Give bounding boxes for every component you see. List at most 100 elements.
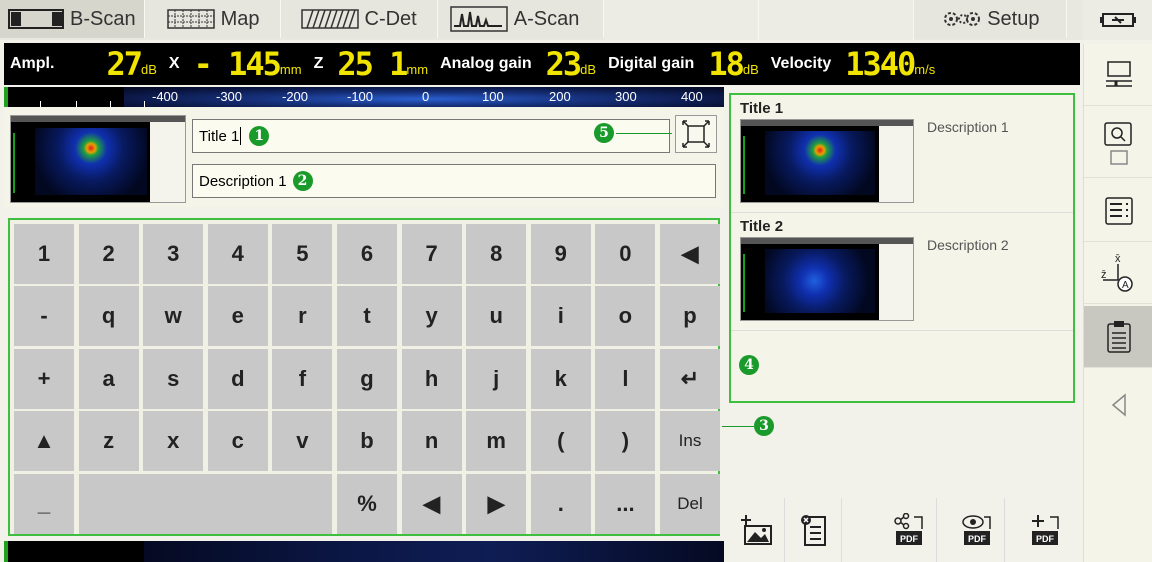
add-image-button[interactable]	[729, 498, 785, 562]
key-Del[interactable]: Del	[660, 473, 720, 534]
key-symbol[interactable]: )	[595, 411, 656, 472]
callout-badge-1: 1	[249, 126, 270, 146]
key-k[interactable]: k	[530, 348, 591, 409]
key-5[interactable]: 5	[272, 224, 333, 284]
key-b[interactable]: b	[337, 411, 397, 472]
side-notes-button[interactable]	[1084, 306, 1152, 368]
key-l[interactable]: l	[595, 348, 656, 409]
add-pdf-button[interactable]: PDF	[1017, 498, 1073, 562]
delete-list-icon	[800, 515, 826, 546]
key-i[interactable]: i	[530, 286, 591, 347]
add-pdf-icon: PDF	[1032, 515, 1059, 545]
key-d[interactable]: d	[207, 348, 268, 409]
tab-ascan[interactable]: A-Scan	[437, 0, 605, 38]
side-screenshot-button[interactable]	[1084, 108, 1152, 178]
ruler-tick: 300	[615, 89, 637, 104]
key-e[interactable]: e	[207, 286, 268, 347]
key-q[interactable]: q	[78, 286, 139, 347]
key-1[interactable]: 1	[14, 224, 74, 284]
battery-icon	[1099, 13, 1136, 27]
key-symbol[interactable]: ◀	[660, 224, 720, 284]
tab-spacer	[604, 0, 760, 40]
key-j[interactable]: j	[466, 348, 527, 409]
key-space[interactable]	[78, 473, 333, 534]
side-cursor-button[interactable]: x̄ z̄ A	[1084, 242, 1152, 304]
key-h[interactable]: h	[401, 348, 462, 409]
key-r[interactable]: r	[272, 286, 333, 347]
side-layout-button[interactable]	[1084, 44, 1152, 106]
key-c[interactable]: c	[207, 411, 268, 472]
key-o[interactable]: o	[595, 286, 656, 347]
key-t[interactable]: t	[337, 286, 397, 347]
note-item[interactable]: Title 1 Description 1	[731, 95, 1073, 213]
side-list-button[interactable]	[1084, 180, 1152, 242]
key-symbol[interactable]: %	[337, 473, 397, 534]
svg-text:PDF: PDF	[968, 534, 987, 544]
key-symbol[interactable]: ◀	[401, 473, 462, 534]
key-symbol[interactable]: ...	[595, 473, 656, 534]
side-collapse-button[interactable]	[1084, 374, 1152, 436]
note-thumbnail	[740, 237, 914, 321]
key-symbol[interactable]: ▲	[14, 411, 74, 472]
key-x[interactable]: x	[143, 411, 204, 472]
callout-line-3	[722, 426, 754, 427]
text-caret	[240, 127, 242, 145]
note-item[interactable]: Title 2 Description 2	[731, 213, 1073, 331]
tab-bscan[interactable]: B-Scan	[0, 0, 145, 38]
key-f[interactable]: f	[272, 348, 333, 409]
key-a[interactable]: a	[78, 348, 139, 409]
app-window: B-Scan Map C-Det A-Scan Setup Ampl. 27 d…	[0, 0, 1152, 562]
share-pdf-button[interactable]: PDF	[881, 498, 937, 562]
right-sidebar: x̄ z̄ A	[1083, 44, 1152, 562]
key-3[interactable]: 3	[143, 224, 204, 284]
key-symbol[interactable]: (	[530, 411, 591, 472]
key-w[interactable]: w	[143, 286, 204, 347]
key-s[interactable]: s	[143, 348, 204, 409]
key-9[interactable]: 9	[530, 224, 591, 284]
fullscreen-button[interactable]	[675, 115, 717, 153]
expand-icon	[682, 120, 710, 148]
key-8[interactable]: 8	[466, 224, 527, 284]
screenshot-icon	[1103, 121, 1132, 165]
key-0[interactable]: 0	[595, 224, 656, 284]
tab-map[interactable]: Map	[144, 0, 281, 38]
key-symbol[interactable]: _	[14, 473, 74, 534]
cdet-icon	[300, 9, 359, 29]
digital-gain-value: 18	[708, 45, 745, 83]
key-symbol[interactable]: ↵	[660, 348, 720, 409]
key-g[interactable]: g	[337, 348, 397, 409]
z-label: Z	[313, 55, 324, 72]
key-m[interactable]: m	[466, 411, 527, 472]
z-value: 25 1	[337, 45, 408, 83]
key-z[interactable]: z	[78, 411, 139, 472]
key-4[interactable]: 4	[207, 224, 268, 284]
gears-icon	[944, 12, 981, 26]
preview-pdf-button[interactable]: PDF	[949, 498, 1005, 562]
tab-spacer	[759, 0, 915, 40]
key-Ins[interactable]: Ins	[660, 411, 720, 472]
key-2[interactable]: 2	[78, 224, 139, 284]
key-6[interactable]: 6	[337, 224, 397, 284]
ruler-tick: 400	[681, 89, 703, 104]
callout-badge-4: 4	[739, 355, 759, 375]
battery-status	[1083, 0, 1152, 40]
key-symbol[interactable]: +	[14, 348, 74, 409]
velocity-unit: m/s	[914, 62, 936, 77]
delete-note-button[interactable]	[786, 498, 842, 562]
key-symbol[interactable]: -	[14, 286, 74, 347]
description-input[interactable]: Description 1 2	[192, 164, 716, 198]
key-y[interactable]: y	[401, 286, 462, 347]
signal-edge	[4, 87, 8, 107]
key-u[interactable]: u	[466, 286, 527, 347]
key-p[interactable]: p	[660, 286, 720, 347]
screenshot-thumbnail	[10, 115, 186, 203]
signal-edge	[4, 541, 8, 562]
key-v[interactable]: v	[272, 411, 333, 472]
tab-cdet[interactable]: C-Det	[280, 0, 438, 38]
key-symbol[interactable]: ▶	[466, 473, 527, 534]
tab-setup[interactable]: Setup	[914, 0, 1068, 38]
key-symbol[interactable]: .	[530, 473, 591, 534]
key-7[interactable]: 7	[401, 224, 462, 284]
key-n[interactable]: n	[401, 411, 462, 472]
note-description: Description 1	[927, 119, 1009, 135]
